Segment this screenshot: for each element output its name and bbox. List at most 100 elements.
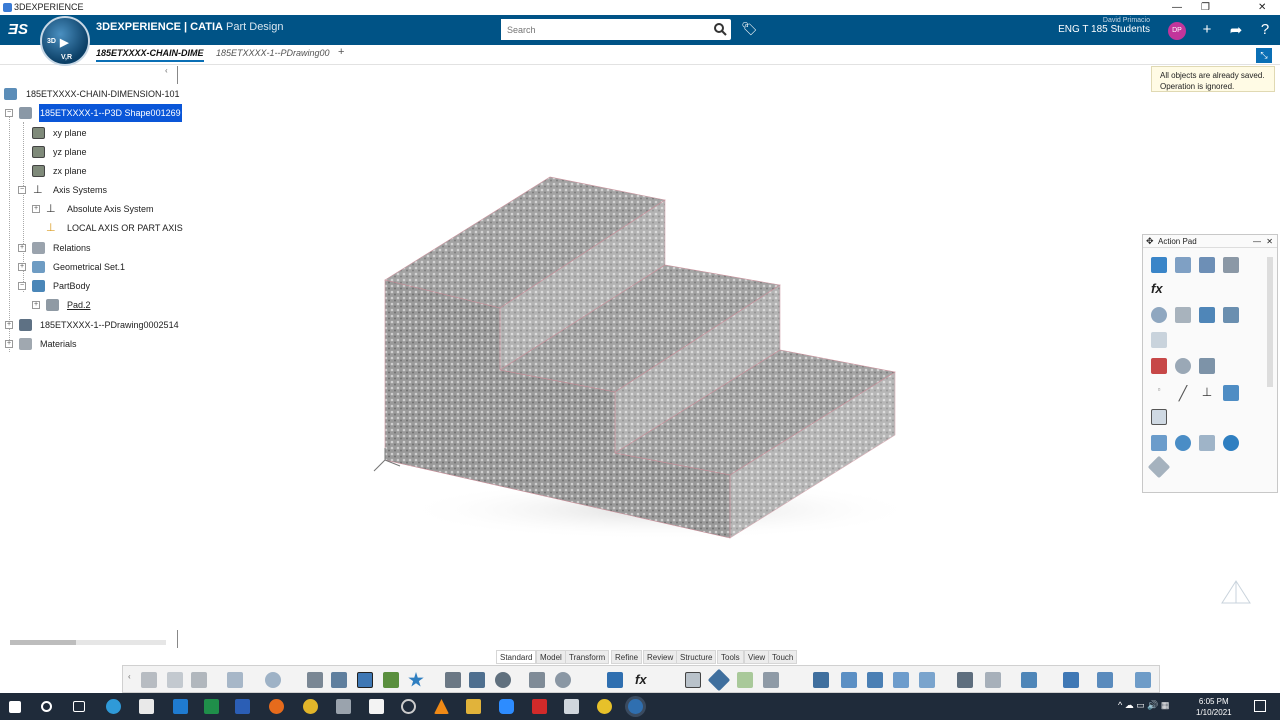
tab-review[interactable]: Review xyxy=(643,650,678,664)
tree-node-materials[interactable]: + Materials xyxy=(4,335,124,353)
list-icon[interactable] xyxy=(445,672,461,688)
surface-extrude-icon[interactable] xyxy=(1151,435,1167,451)
acrobat-icon[interactable] xyxy=(532,699,547,714)
help-icon[interactable]: ? xyxy=(1256,21,1274,38)
expand-node-icon[interactable]: + xyxy=(32,205,40,213)
mini-compass-icon[interactable] xyxy=(1216,577,1256,613)
offset-icon[interactable] xyxy=(1147,455,1171,479)
edge-icon[interactable] xyxy=(106,699,121,714)
part-icon[interactable] xyxy=(813,672,829,688)
expand-node-icon[interactable]: + xyxy=(32,301,40,309)
mirror-icon[interactable] xyxy=(919,672,935,688)
formula-icon[interactable]: fx xyxy=(1151,281,1167,297)
tree-node-drawing[interactable]: + 185ETXXXX-1--PDrawing0002514 xyxy=(4,316,184,334)
section-icon[interactable] xyxy=(1199,307,1215,323)
grid-icon[interactable] xyxy=(957,672,973,688)
tree-node-geometrical-set[interactable]: + Geometrical Set.1 xyxy=(18,258,158,276)
tab-refine[interactable]: Refine xyxy=(611,650,643,664)
catalog-icon[interactable] xyxy=(985,672,1001,688)
chrome-icon[interactable] xyxy=(303,699,318,714)
3d-viewport[interactable] xyxy=(360,170,920,550)
calculator-icon[interactable] xyxy=(336,699,351,714)
collapse-icon[interactable]: − xyxy=(18,186,26,194)
collapse-icon[interactable]: − xyxy=(18,282,26,290)
tab-model[interactable]: Model xyxy=(536,650,566,664)
scroll-thumb[interactable] xyxy=(10,640,76,645)
plane-tool-icon[interactable] xyxy=(1223,385,1239,401)
axis-system-icon[interactable]: ⊥ xyxy=(1199,385,1215,401)
search-icon[interactable] xyxy=(713,22,727,36)
tree-scrollbar[interactable] xyxy=(10,640,166,645)
action-pad-scrollbar[interactable] xyxy=(1267,257,1273,387)
tree-node-yz-plane[interactable]: yz plane xyxy=(32,143,152,161)
revolve-icon[interactable] xyxy=(1223,435,1239,451)
firefox-icon[interactable] xyxy=(269,699,284,714)
collapse-icon[interactable]: − xyxy=(5,109,13,117)
tag-icon[interactable]: 🏷 xyxy=(741,21,758,37)
tree-node-relations[interactable]: + Relations xyxy=(18,239,138,257)
tab-structure[interactable]: Structure xyxy=(676,650,717,664)
globe-icon[interactable] xyxy=(383,672,399,688)
minimize-icon[interactable]: — xyxy=(1172,0,1182,15)
team-selector[interactable]: ENG T 185 Students xyxy=(1052,24,1150,35)
layers-icon[interactable] xyxy=(1135,672,1151,688)
move-tool-icon[interactable] xyxy=(867,672,883,688)
point-icon[interactable]: ▫ xyxy=(1151,385,1167,401)
excel-icon[interactable] xyxy=(204,699,219,714)
update-icon[interactable] xyxy=(265,672,281,688)
view-icon[interactable] xyxy=(1223,307,1239,323)
tree-node-xy-plane[interactable]: xy plane xyxy=(32,124,152,142)
vlc-icon[interactable] xyxy=(434,699,449,714)
mail-icon[interactable] xyxy=(173,699,188,714)
copy-icon[interactable] xyxy=(167,672,183,688)
move-icon[interactable]: ✥ xyxy=(1146,235,1154,248)
share-icon[interactable]: ➦ xyxy=(1227,21,1245,39)
parameters-icon[interactable] xyxy=(763,672,779,688)
formula-icon[interactable]: fx xyxy=(635,672,651,688)
store-icon[interactable] xyxy=(139,699,154,714)
dimension-icon[interactable] xyxy=(1151,332,1167,348)
collapse-tree-icon[interactable]: ‹ xyxy=(165,66,168,75)
new-tab-icon[interactable]: + xyxy=(338,46,344,58)
sketch-edit-icon[interactable] xyxy=(1151,409,1167,425)
tree-node-axis-systems[interactable]: − ⊥ Axis Systems xyxy=(18,181,138,199)
avatar[interactable]: DP xyxy=(1168,22,1186,40)
close-icon[interactable]: ✕ xyxy=(1258,0,1266,15)
tree-node-pad[interactable]: + Pad.2 xyxy=(32,296,132,314)
measure-icon[interactable] xyxy=(1151,307,1167,323)
network-icon[interactable] xyxy=(529,672,545,688)
print-icon[interactable] xyxy=(307,672,323,688)
tree-node-zx-plane[interactable]: zx plane xyxy=(32,162,152,180)
expand-node-icon[interactable]: + xyxy=(18,244,26,252)
knowledge-icon[interactable] xyxy=(707,668,731,692)
color-icon[interactable] xyxy=(1151,358,1167,374)
table-icon[interactable] xyxy=(685,672,701,688)
compass-widget[interactable]: 3D ▶ V,R xyxy=(40,16,90,66)
system-clock[interactable]: 6:05 PM 1/10/2021 xyxy=(1196,696,1232,718)
render-icon[interactable] xyxy=(555,672,571,688)
search-input[interactable] xyxy=(501,19,701,40)
thermometer-icon[interactable] xyxy=(737,672,753,688)
star-icon[interactable] xyxy=(408,672,424,687)
tab-standard[interactable]: Standard xyxy=(496,650,537,664)
settings-icon[interactable] xyxy=(495,672,511,688)
expand-node-icon[interactable]: + xyxy=(18,263,26,271)
snap-icon[interactable] xyxy=(1021,672,1037,688)
close-icon[interactable]: ✕ xyxy=(1266,235,1273,248)
sweep-icon[interactable] xyxy=(1175,435,1191,451)
stair-part[interactable] xyxy=(384,176,896,539)
select-icon[interactable] xyxy=(357,672,373,688)
file-explorer-icon[interactable] xyxy=(466,699,481,714)
user-info[interactable]: David Primacio ENG T 185 Students xyxy=(1052,17,1150,35)
tab-view[interactable]: View xyxy=(744,650,770,664)
tab-pdrawing[interactable]: 185ETXXXX-1--PDrawing00 xyxy=(216,48,330,58)
search-box[interactable] xyxy=(501,19,731,40)
tree-node-shape[interactable]: − 185ETXXXX-1--P3D Shape001269 xyxy=(4,104,184,122)
paste-icon[interactable] xyxy=(191,672,207,688)
app-icon[interactable] xyxy=(564,699,579,714)
expand-icon[interactable]: ⤡ xyxy=(1256,48,1272,63)
tree-node-partbody[interactable]: − PartBody xyxy=(18,277,138,295)
fill-icon[interactable] xyxy=(1199,435,1215,451)
pocket-tool-icon[interactable] xyxy=(1175,257,1191,273)
expand-node-icon[interactable]: + xyxy=(5,340,13,348)
